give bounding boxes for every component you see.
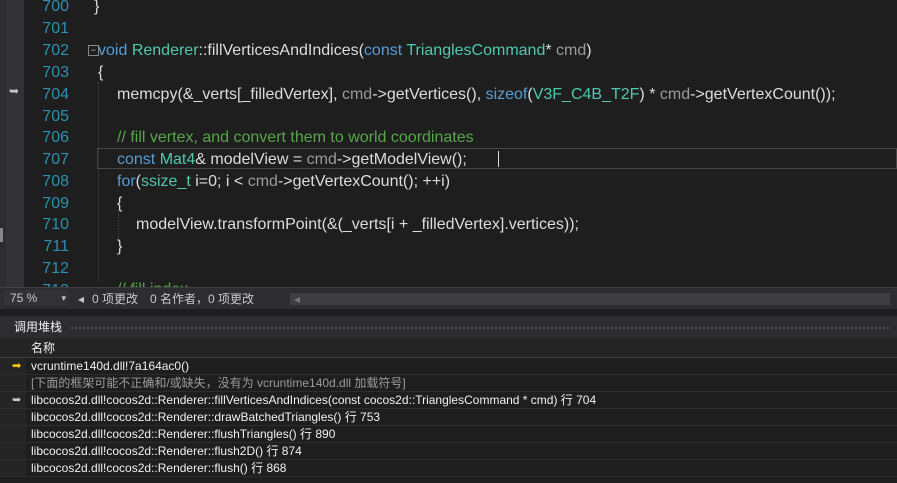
line-number: 712 [42, 260, 69, 277]
line-number: 709 [42, 195, 69, 212]
frame-text: libcocos2d.dll!cocos2d::Renderer::flushT… [31, 427, 336, 441]
horizontal-scrollbar[interactable] [290, 293, 890, 305]
row-gutter [0, 460, 26, 476]
call-stack-row[interactable]: libcocos2d.dll!cocos2d::Renderer::drawBa… [0, 409, 897, 426]
arrow-right-icon: ➡ [12, 360, 22, 372]
code-line-713: // fill index [117, 279, 188, 287]
scroll-left-icon[interactable]: ◂ [294, 291, 300, 307]
code-area[interactable]: } void Renderer::fillVerticesAndIndices(… [94, 0, 894, 287]
line-number: 704 [42, 86, 69, 103]
code-line-702: void Renderer::fillVerticesAndIndices(co… [98, 42, 592, 59]
code-line-710: modelView.transformPoint(&(_verts[i + _f… [136, 216, 579, 233]
call-stack-row[interactable]: [下面的框架可能不正确和/或缺失，没有为 vcruntime140d.dll 加… [0, 375, 897, 392]
left-edge-marker [0, 228, 3, 242]
line-number: 706 [42, 129, 69, 146]
code-line-709: { [117, 195, 123, 212]
zoom-dropdown[interactable]: 75 % ▾ [4, 290, 68, 306]
frame-text: [下面的框架可能不正确和/或缺失，没有为 vcruntime140d.dll 加… [31, 376, 406, 390]
line-number: 700 [42, 0, 69, 15]
current-statement-arrow-icon: ➥ [9, 84, 20, 98]
call-stack-row[interactable]: libcocos2d.dll!cocos2d::Renderer::flush2… [0, 443, 897, 460]
code-line-706: // fill vertex, and convert them to worl… [117, 129, 474, 146]
frame-text: libcocos2d.dll!cocos2d::Renderer::flush(… [31, 461, 287, 475]
codelens-arrow-icon[interactable]: ◂ [78, 291, 84, 307]
code-line-704: memcpy(&_verts[_filledVertex], cmd->getV… [117, 86, 836, 103]
code-line-707: const Mat4& modelView = cmd->getModelVie… [117, 151, 467, 168]
frame-text: libcocos2d.dll!cocos2d::Renderer::fillVe… [31, 393, 597, 407]
call-stack-panel-header[interactable]: 调用堆栈 [0, 316, 897, 338]
line-number: 702 [42, 42, 69, 59]
code-line-703: { [98, 64, 104, 81]
frame-text: libcocos2d.dll!cocos2d::Renderer::drawBa… [31, 410, 381, 424]
column-header[interactable]: 名称 [0, 338, 897, 358]
line-number: 701 [42, 20, 69, 37]
editor-status-bar: 75 % ▾ ◂ 0 项更改 0 名作者，0 项更改 ◂ [0, 287, 897, 309]
changes-count[interactable]: 0 项更改 [92, 291, 138, 307]
panel-drag-handle[interactable] [70, 326, 890, 330]
call-stack-row[interactable]: libcocos2d.dll!cocos2d::Renderer::flush(… [0, 460, 897, 477]
row-gutter [0, 409, 26, 425]
call-stack-row[interactable]: ➡ vcruntime140d.dll!7a164ac0() [0, 358, 897, 375]
code-editor[interactable]: ➥ 700 701 702 703 704 705 706 707 708 70… [0, 0, 897, 287]
column-name-header[interactable]: 名称 [31, 340, 55, 356]
line-number: 707 [42, 151, 69, 168]
line-number: 710 [42, 216, 69, 233]
code-line-711: } [117, 238, 123, 255]
row-gutter [0, 375, 26, 391]
line-number: 711 [43, 238, 69, 255]
code-line-700: } [94, 0, 100, 15]
panel-title: 调用堆栈 [14, 320, 63, 334]
return-arrow-icon: ➥ [12, 394, 22, 406]
line-number: 703 [42, 64, 69, 81]
call-stack-row[interactable]: ➥ libcocos2d.dll!cocos2d::Renderer::fill… [0, 392, 897, 409]
authors-count[interactable]: 0 名作者，0 项更改 [150, 291, 254, 307]
frame-text: vcruntime140d.dll!7a164ac0() [31, 359, 190, 373]
line-number: 713 [21, 280, 69, 287]
frame-text: libcocos2d.dll!cocos2d::Renderer::flush2… [31, 444, 302, 458]
chevron-down-icon: ▾ [61, 293, 66, 303]
zoom-value: 75 % [10, 291, 38, 305]
line-number: 705 [42, 108, 69, 125]
line-number: 708 [42, 173, 69, 190]
code-line-708: for(ssize_t i=0; i < cmd->getVertexCount… [117, 173, 451, 190]
row-gutter [0, 443, 26, 459]
row-gutter [0, 426, 26, 442]
call-stack-row[interactable]: libcocos2d.dll!cocos2d::Renderer::flushT… [0, 426, 897, 443]
line-numbers: 700 701 702 703 704 705 706 707 708 709 … [24, 0, 74, 287]
